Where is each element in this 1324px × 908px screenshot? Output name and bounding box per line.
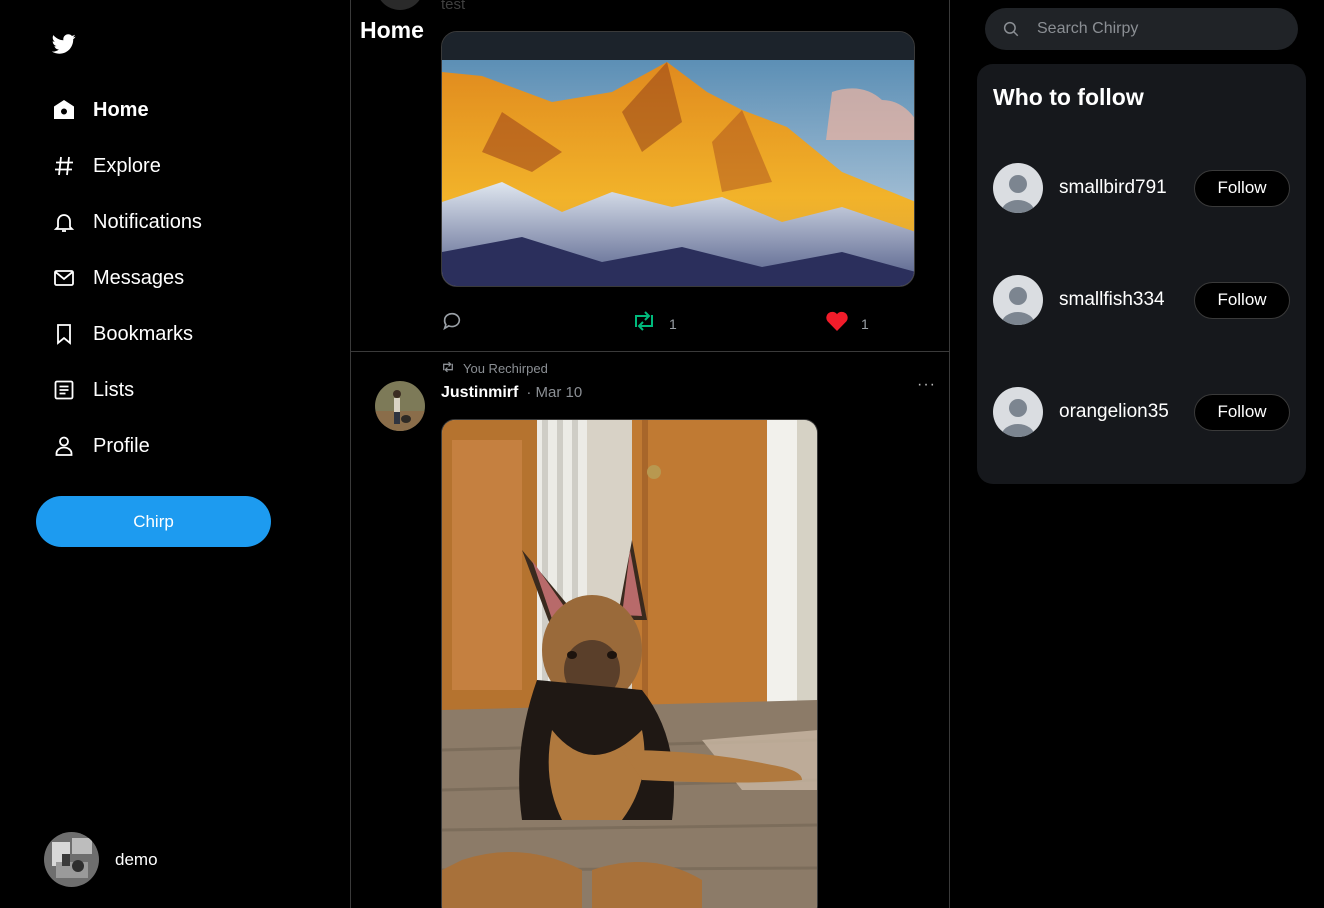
comment-icon bbox=[441, 310, 463, 337]
avatar[interactable] bbox=[376, 0, 424, 10]
retweet-count: 1 bbox=[669, 315, 677, 332]
nav-item-explore[interactable]: Explore bbox=[52, 138, 202, 194]
search-icon bbox=[1002, 20, 1020, 38]
reply-button[interactable] bbox=[441, 310, 463, 337]
avatar[interactable] bbox=[375, 381, 425, 431]
account-switcher[interactable]: demo bbox=[44, 832, 158, 887]
post-divider bbox=[351, 351, 949, 352]
left-sidebar: Home Explore Notifications Messages Book… bbox=[0, 0, 350, 908]
hashtag-icon bbox=[52, 154, 76, 178]
post-image[interactable] bbox=[441, 419, 818, 908]
suggestion-username[interactable]: smallfish334 bbox=[1059, 289, 1194, 311]
home-icon bbox=[52, 98, 76, 122]
post-header: Justinmirf · Mar 10 bbox=[441, 384, 582, 402]
follow-suggestion: smallfish334 Follow bbox=[993, 274, 1290, 326]
page-title: Home bbox=[360, 17, 424, 43]
nav-label: Profile bbox=[93, 434, 150, 457]
nav-label: Notifications bbox=[93, 210, 202, 233]
default-avatar-icon[interactable] bbox=[993, 387, 1043, 437]
post-username[interactable]: Justinmirf bbox=[441, 384, 518, 402]
nav-label: Messages bbox=[93, 266, 185, 289]
retweet-icon bbox=[631, 310, 657, 337]
suggestion-username[interactable]: smallbird791 bbox=[1059, 177, 1194, 199]
like-button[interactable]: 1 bbox=[825, 310, 869, 337]
post-date: · Mar 10 bbox=[526, 384, 583, 401]
list-icon bbox=[52, 378, 76, 402]
account-name: demo bbox=[115, 849, 158, 869]
default-avatar-icon[interactable] bbox=[993, 163, 1043, 213]
bell-icon bbox=[52, 210, 76, 234]
who-to-follow-panel: Who to follow smallbird791 Follow smallf… bbox=[977, 64, 1306, 484]
bookmark-icon bbox=[52, 322, 76, 346]
nav-label: Explore bbox=[93, 154, 161, 177]
bird-icon[interactable] bbox=[51, 32, 76, 56]
search-bar bbox=[985, 8, 1298, 50]
nav-item-profile[interactable]: Profile bbox=[52, 418, 202, 474]
follow-button[interactable]: Follow bbox=[1194, 281, 1290, 319]
nav-label: Bookmarks bbox=[93, 322, 194, 345]
default-avatar-icon[interactable] bbox=[993, 275, 1043, 325]
more-options-icon[interactable]: ··· bbox=[917, 376, 936, 394]
follow-button[interactable]: Follow bbox=[1194, 393, 1290, 431]
rechirp-label: You Rechirped bbox=[463, 361, 548, 376]
nav-label: Home bbox=[93, 98, 149, 121]
follow-suggestion: smallbird791 Follow bbox=[993, 162, 1290, 214]
post-text: test bbox=[441, 0, 466, 13]
nav-item-notifications[interactable]: Notifications bbox=[52, 194, 202, 250]
avatar bbox=[44, 832, 99, 887]
nav-label: Lists bbox=[93, 378, 135, 401]
like-count: 1 bbox=[861, 315, 869, 332]
who-to-follow-title: Who to follow bbox=[993, 84, 1144, 110]
nav-item-home[interactable]: Home bbox=[52, 82, 202, 138]
follow-button[interactable]: Follow bbox=[1194, 169, 1290, 207]
envelope-icon bbox=[52, 266, 76, 290]
nav-item-messages[interactable]: Messages bbox=[52, 250, 202, 306]
chirp-button[interactable]: Chirp bbox=[36, 496, 271, 547]
home-feed: Home test 1 1 You Rechirped Justinmirf ·… bbox=[350, 0, 950, 908]
nav-item-lists[interactable]: Lists bbox=[52, 362, 202, 418]
person-icon bbox=[52, 434, 76, 458]
search-input[interactable] bbox=[1037, 20, 1267, 38]
heart-icon bbox=[825, 310, 849, 337]
primary-nav: Home Explore Notifications Messages Book… bbox=[52, 82, 202, 474]
follow-suggestion: orangelion35 Follow bbox=[993, 386, 1290, 438]
suggestion-username[interactable]: orangelion35 bbox=[1059, 401, 1194, 423]
post-actions: 1 1 bbox=[441, 310, 915, 336]
retweet-icon bbox=[441, 361, 463, 376]
rechirp-indicator: You Rechirped bbox=[441, 361, 548, 376]
post-image[interactable] bbox=[441, 31, 915, 287]
nav-item-bookmarks[interactable]: Bookmarks bbox=[52, 306, 202, 362]
rechirp-button[interactable]: 1 bbox=[631, 310, 677, 337]
